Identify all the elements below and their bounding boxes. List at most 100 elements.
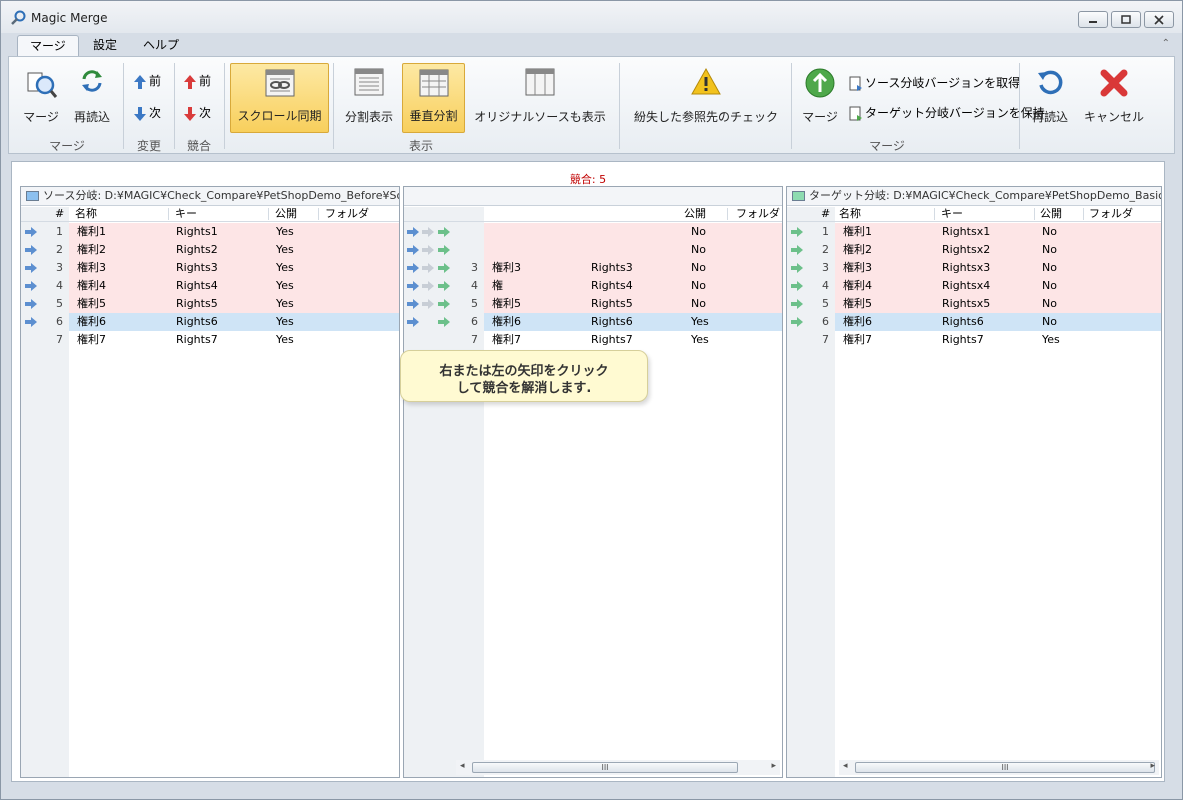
source-arrow-icon[interactable] [406,262,420,274]
table-row[interactable]: 3 権利3 Rights3 Yes [21,259,399,277]
table-row[interactable]: 6 権利6 Rights6 Yes [404,313,782,331]
table-row[interactable]: 4 権 Rights4 No [404,277,782,295]
take-source-arrow-icon[interactable] [24,244,38,256]
table-row[interactable]: No [404,241,782,259]
source-arrow-icon[interactable] [406,226,420,238]
merge-button[interactable]: マージ [15,63,67,133]
table-row[interactable]: 2 権利2 Rights2 Yes [21,241,399,259]
table-cell: Rightsx2 [942,243,991,256]
group-label-conflict: 競合 [186,139,211,153]
table-row[interactable]: No [404,223,782,241]
source-arrow-icon[interactable] [406,298,420,310]
show-original-button[interactable]: オリジナルソースも表示 [469,63,611,133]
target-arrow-icon[interactable] [437,298,451,310]
arrow-icon[interactable] [421,280,435,292]
target-arrow-icon[interactable] [437,316,451,328]
scroll-thumb[interactable]: III [472,762,738,773]
table-row[interactable]: 4 権利4 Rights4 Yes [21,277,399,295]
collapse-ribbon-icon[interactable]: ⌃ [1162,38,1170,49]
change-next-button[interactable]: 次 [133,103,161,123]
table-cell: 権利6 [843,315,872,328]
arrow-icon[interactable] [421,262,435,274]
tab-help[interactable]: ヘルプ [131,35,191,57]
tab-settings[interactable]: 設定 [81,35,129,57]
take-source-arrow-icon[interactable] [24,262,38,274]
split-view-button[interactable]: 分割表示 [339,63,399,133]
table-cell: No [1042,315,1057,328]
target-panel: ターゲット分岐: D:¥MAGIC¥Check_Compare¥PetShopD… [786,186,1162,778]
table-row[interactable]: 3 権利3 Rightsx3 No [787,259,1161,277]
maximize-button[interactable] [1111,11,1141,28]
table-row[interactable]: 6 権利6 Rights6 No [787,313,1161,331]
scroll-left-icon[interactable]: ◂ [843,761,848,771]
reload-merge-button[interactable]: 再読込 [1025,63,1075,133]
table-row[interactable]: 1 権利1 Rights1 Yes [21,223,399,241]
original-horizontal-scrollbar[interactable]: ◂ III ▸ [456,760,780,775]
table-row[interactable]: 7 権利7 Rights7 Yes [787,331,1161,349]
show-original-icon [525,68,555,96]
target-arrow-icon[interactable] [437,226,451,238]
table-row[interactable]: 4 権利4 Rightsx4 No [787,277,1161,295]
scroll-right-icon[interactable]: ▸ [1150,761,1155,771]
target-horizontal-scrollbar[interactable]: ◂ III ▸ [839,760,1159,775]
target-arrow-icon[interactable] [437,244,451,256]
table-row[interactable]: 5 権利5 Rightsx5 No [787,295,1161,313]
scroll-sync-button[interactable]: スクロール同期 [230,63,329,133]
tab-merge[interactable]: マージ [17,35,79,57]
arrow-down-red-icon [184,106,196,121]
app-window: Magic Merge マージ 設定 ヘルプ ⌃ マージ 再読込 マージ 前 次… [0,0,1183,800]
arrow-icon[interactable] [421,226,435,238]
table-row[interactable]: 6 権利6 Rights6 Yes [21,313,399,331]
table-cell: Yes [276,315,294,328]
take-source-arrow-icon[interactable] [24,298,38,310]
take-source-arrow-icon[interactable] [24,226,38,238]
change-prev-button[interactable]: 前 [133,71,161,91]
table-cell: 3 [471,261,478,274]
arrow-icon[interactable] [421,244,435,256]
source-arrow-icon[interactable] [406,316,420,328]
merge-circle-icon [805,68,835,98]
split-view-icon [354,68,384,96]
take-target-arrow-icon[interactable] [790,262,804,274]
conflict-prev-button[interactable]: 前 [183,71,211,91]
get-source-version-button[interactable]: ソース分岐バージョンを取得 [849,73,1020,93]
table-row[interactable]: 5 権利5 Rights5 Yes [21,295,399,313]
table-row[interactable]: 1 権利1 Rightsx1 No [787,223,1161,241]
scroll-thumb[interactable]: III [855,762,1155,773]
source-arrow-icon[interactable] [406,280,420,292]
scroll-left-icon[interactable]: ◂ [460,761,465,771]
take-source-arrow-icon[interactable] [24,316,38,328]
minimize-button[interactable] [1078,11,1108,28]
take-target-arrow-icon[interactable] [790,316,804,328]
take-source-arrow-icon[interactable] [24,280,38,292]
table-cell: 7 [56,333,63,346]
arrow-up-red-icon [184,74,196,89]
table-cell: Yes [276,261,294,274]
take-target-arrow-icon[interactable] [790,298,804,310]
table-row[interactable]: 7 権利7 Rights7 Yes [21,331,399,349]
source-arrow-icon[interactable] [406,244,420,256]
target-arrow-icon[interactable] [437,262,451,274]
table-row[interactable]: 2 権利2 Rightsx2 No [787,241,1161,259]
table-row[interactable]: 5 権利5 Rights5 No [404,295,782,313]
arrow-icon[interactable] [421,298,435,310]
check-missing-references-button[interactable]: 紛失した参照先のチェック [627,63,785,133]
conflict-next-button[interactable]: 次 [183,103,211,123]
close-button[interactable] [1144,11,1174,28]
table-row[interactable]: 3 権利3 Rights3 No [404,259,782,277]
table-cell: Rights7 [591,333,633,346]
scroll-right-icon[interactable]: ▸ [771,761,776,771]
merge-apply-button[interactable]: マージ [797,63,843,133]
take-target-arrow-icon[interactable] [790,244,804,256]
table-cell: 権利3 [492,261,521,274]
table-cell: 2 [56,243,63,256]
vertical-split-button[interactable]: 垂直分割 [402,63,465,133]
keep-target-version-button[interactable]: ターゲット分岐バージョンを保持 [849,103,1045,123]
cancel-button[interactable]: キャンセル [1079,63,1149,133]
take-target-arrow-icon[interactable] [790,280,804,292]
document-source-icon [849,76,862,91]
target-arrow-icon[interactable] [437,280,451,292]
take-target-arrow-icon[interactable] [790,226,804,238]
table-row[interactable]: 7 権利7 Rights7 Yes [404,331,782,349]
reload-button[interactable]: 再読込 [67,63,117,133]
